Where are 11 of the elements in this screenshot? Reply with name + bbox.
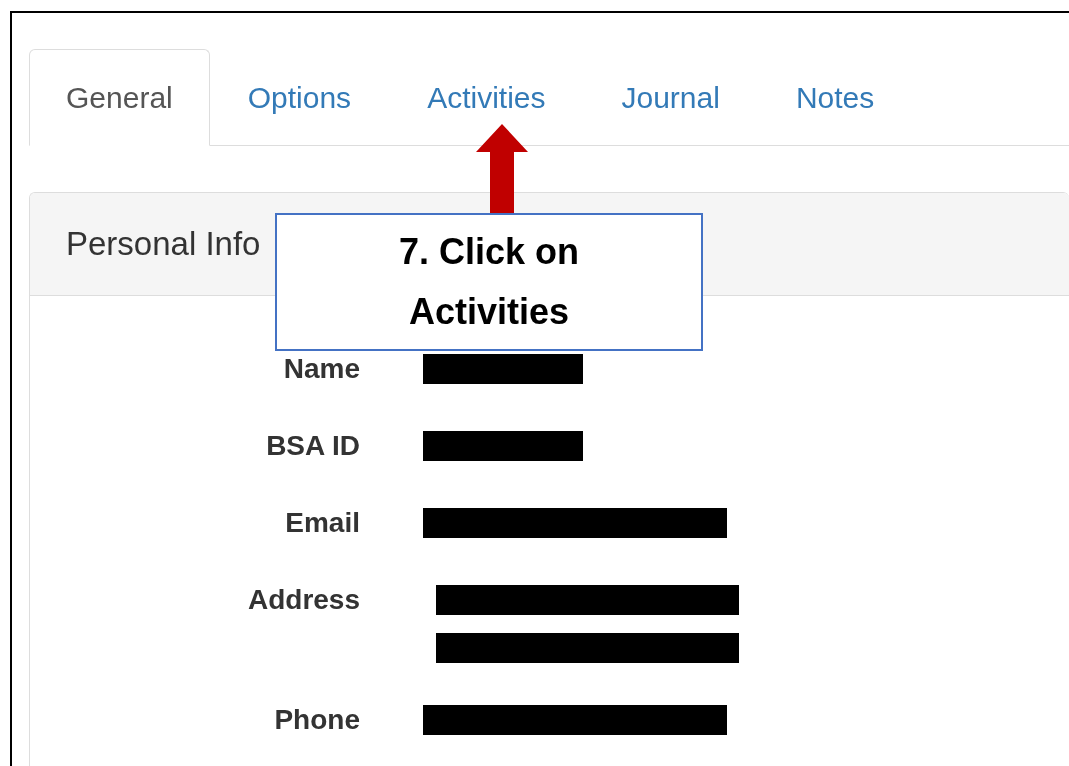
field-label: Name [282, 352, 360, 386]
callout-box: 7. Click on Activities [275, 213, 703, 351]
field-label: Phone [273, 703, 360, 737]
tab[interactable]: General [29, 49, 210, 146]
tab[interactable]: Activities [389, 49, 584, 145]
tab[interactable]: Notes [757, 49, 913, 145]
tab[interactable]: Options [209, 49, 390, 145]
field-label: BSA ID [265, 429, 360, 463]
field-label: Email [284, 506, 360, 540]
field-label: Address [246, 583, 360, 617]
tab[interactable]: Journal [583, 49, 758, 145]
